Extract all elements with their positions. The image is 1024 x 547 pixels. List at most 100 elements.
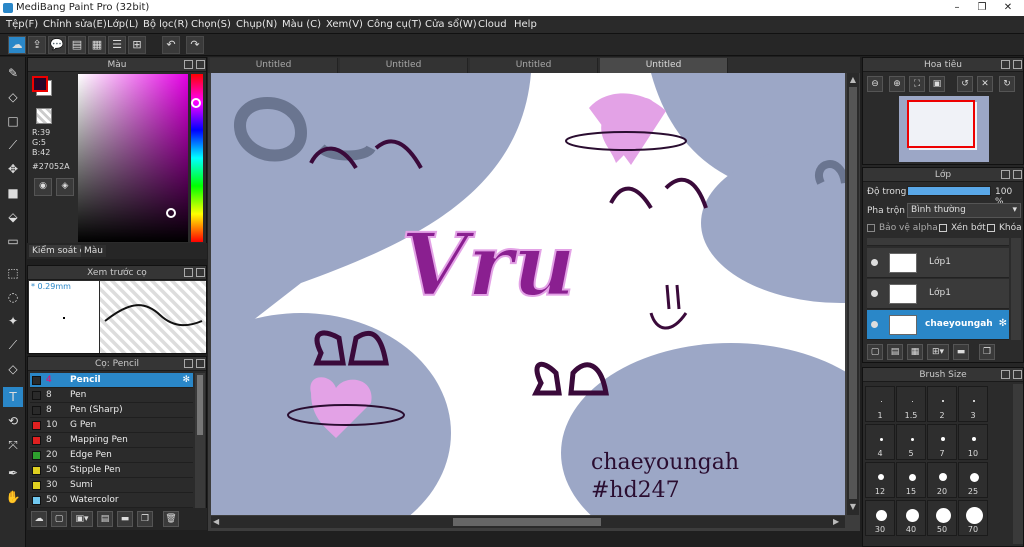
undo-icon[interactable]: ↶	[162, 36, 180, 54]
brush-size-cell[interactable]: 20	[927, 462, 957, 498]
select-rect-icon[interactable]: ⬚	[3, 263, 23, 283]
brush-size-cell[interactable]: 7	[927, 424, 957, 460]
menu-window[interactable]: Cửa sổ(W)	[425, 19, 477, 30]
horizontal-scrollbar[interactable]: ◀ ▶	[211, 516, 845, 528]
brush-size-cell[interactable]: 15	[896, 462, 926, 498]
grid-icon[interactable]: ⊞	[128, 36, 146, 54]
zoom-in-icon[interactable]: ⊕	[889, 76, 905, 92]
sv-cursor[interactable]	[166, 208, 176, 218]
dot-pen-icon[interactable]: ⟋	[3, 135, 23, 155]
cloud-icon[interactable]: ☁	[8, 36, 26, 54]
magic-wand-icon[interactable]: ✦	[3, 311, 23, 331]
brush-size-cell[interactable]: 2	[927, 386, 957, 422]
minimize-icon[interactable]: –	[945, 0, 969, 15]
tab-untitled-3[interactable]: Untitled	[470, 58, 598, 73]
eraser-tool-icon[interactable]: ◇	[3, 87, 23, 107]
trash-icon[interactable]: 🗑	[163, 511, 179, 527]
close-icon[interactable]: ✕	[996, 0, 1020, 15]
menu-cloud[interactable]: Cloud	[478, 19, 507, 30]
brush-size-cell[interactable]: 12	[865, 462, 895, 498]
brush-item-edge-pen[interactable]: 20 Edge Pen	[30, 448, 193, 463]
brush-tool-icon[interactable]: ✎	[3, 63, 23, 83]
close-panel-icon[interactable]	[1013, 60, 1022, 69]
lasso-icon[interactable]: ◌	[3, 287, 23, 307]
menu-layer[interactable]: Lớp(L)	[107, 19, 138, 30]
menu-file[interactable]: Tệp(F)	[6, 19, 38, 30]
brush-size-cell[interactable]: 70	[958, 500, 988, 536]
move-tool-icon[interactable]: ✥	[3, 159, 23, 179]
brush-item-g-pen[interactable]: 10 G Pen	[30, 418, 193, 433]
brush-size-cell[interactable]: 4	[865, 424, 895, 460]
brush-size-cell[interactable]: 10	[958, 424, 988, 460]
gradient-tool-icon[interactable]: ▭	[3, 231, 23, 251]
gear-icon[interactable]: ✻	[999, 318, 1007, 329]
select-pen-icon[interactable]: ⟋	[3, 335, 23, 355]
brush-size-cell[interactable]: 1	[865, 386, 895, 422]
list-icon[interactable]: ☰	[108, 36, 126, 54]
transparent-swatch[interactable]	[36, 108, 52, 124]
share-icon[interactable]: ⇪	[28, 36, 46, 54]
hand-tool-icon[interactable]: ✋	[3, 487, 23, 507]
eyedropper-icon[interactable]: ⤧	[3, 435, 23, 455]
eye-icon[interactable]	[871, 290, 878, 297]
brush-item-pen-sharp[interactable]: 8 Pen (Sharp)	[30, 403, 193, 418]
text-tool-icon[interactable]: T	[3, 387, 23, 407]
hue-slider[interactable]	[191, 74, 203, 242]
brush-item-sumi[interactable]: 30 Sumi	[30, 478, 193, 493]
eye-icon[interactable]	[871, 321, 878, 328]
rotate-right-icon[interactable]: ↻	[999, 76, 1015, 92]
expand-icon[interactable]	[184, 359, 193, 368]
reset-rotation-icon[interactable]: ✕	[977, 76, 993, 92]
eye-icon[interactable]	[871, 259, 878, 266]
navigator-thumbnail[interactable]	[899, 96, 989, 162]
opacity-slider[interactable]	[907, 186, 991, 196]
new-layer-icon[interactable]: ▢	[867, 344, 883, 360]
brush-item-stipple-pen[interactable]: 50 Stipple Pen	[30, 463, 193, 478]
close-panel-icon[interactable]	[1013, 170, 1022, 179]
menu-capture[interactable]: Chụp(N)	[236, 19, 277, 30]
brush-item-pen[interactable]: 8 Pen	[30, 388, 193, 403]
alpha-protect-checkbox[interactable]	[867, 224, 875, 232]
new-brush-icon[interactable]: ▢	[51, 511, 67, 527]
brush-list-scrollbar[interactable]	[195, 373, 205, 509]
horizontal-scroll-thumb[interactable]	[453, 518, 601, 526]
viewport-rect[interactable]	[907, 100, 975, 148]
brush-size-cell[interactable]: 5	[896, 424, 926, 460]
menu-select[interactable]: Chọn(S)	[191, 19, 231, 30]
cloud-brush-icon[interactable]: ☁	[31, 511, 47, 527]
brush-item-mapping-pen[interactable]: 8 Mapping Pen	[30, 433, 193, 448]
foreground-color-swatch[interactable]	[32, 76, 48, 92]
new-halftone-layer-icon[interactable]: ▦	[907, 344, 923, 360]
expand-icon[interactable]	[1001, 170, 1010, 179]
zoom-out-icon[interactable]: ⊖	[867, 76, 883, 92]
actual-size-icon[interactable]: ▣	[929, 76, 945, 92]
duplicate-layer-icon[interactable]: ❐	[979, 344, 995, 360]
hue-cursor[interactable]	[191, 98, 201, 108]
palette-icon[interactable]: ◉	[34, 178, 52, 196]
layer-row-2[interactable]: Lớp1	[867, 279, 1009, 309]
tab-untitled-4[interactable]: Untitled	[600, 58, 728, 73]
brush-size-cell[interactable]: 25	[958, 462, 988, 498]
scroll-up-icon[interactable]: ▲	[848, 75, 858, 85]
menu-view[interactable]: Xem(V)	[326, 19, 363, 30]
layer-row-1[interactable]: Lớp1	[867, 248, 1009, 278]
brush-size-cell[interactable]: 30	[865, 500, 895, 536]
expand-icon[interactable]	[184, 268, 193, 277]
tab-untitled-1[interactable]: Untitled	[210, 58, 338, 73]
close-panel-icon[interactable]	[196, 60, 205, 69]
add-brush-icon[interactable]: ▣▾	[71, 511, 93, 527]
expand-icon[interactable]	[1001, 60, 1010, 69]
select-eraser-icon[interactable]: ◇	[3, 359, 23, 379]
fit-icon[interactable]: ⛶	[909, 76, 925, 92]
brush-size-cell[interactable]: 1.5	[896, 386, 926, 422]
palette-add-icon[interactable]: ◈	[56, 178, 74, 196]
folder-icon[interactable]: ▬	[117, 511, 133, 527]
maximize-icon[interactable]: ❐	[970, 0, 994, 15]
menu-help[interactable]: Help	[514, 19, 537, 30]
fill-rect-icon[interactable]: ■	[3, 183, 23, 203]
scroll-left-icon[interactable]: ◀	[213, 517, 223, 527]
vertical-scroll-thumb[interactable]	[849, 87, 857, 499]
close-panel-icon[interactable]	[196, 359, 205, 368]
page-icon[interactable]: ▦	[88, 36, 106, 54]
close-panel-icon[interactable]	[196, 268, 205, 277]
